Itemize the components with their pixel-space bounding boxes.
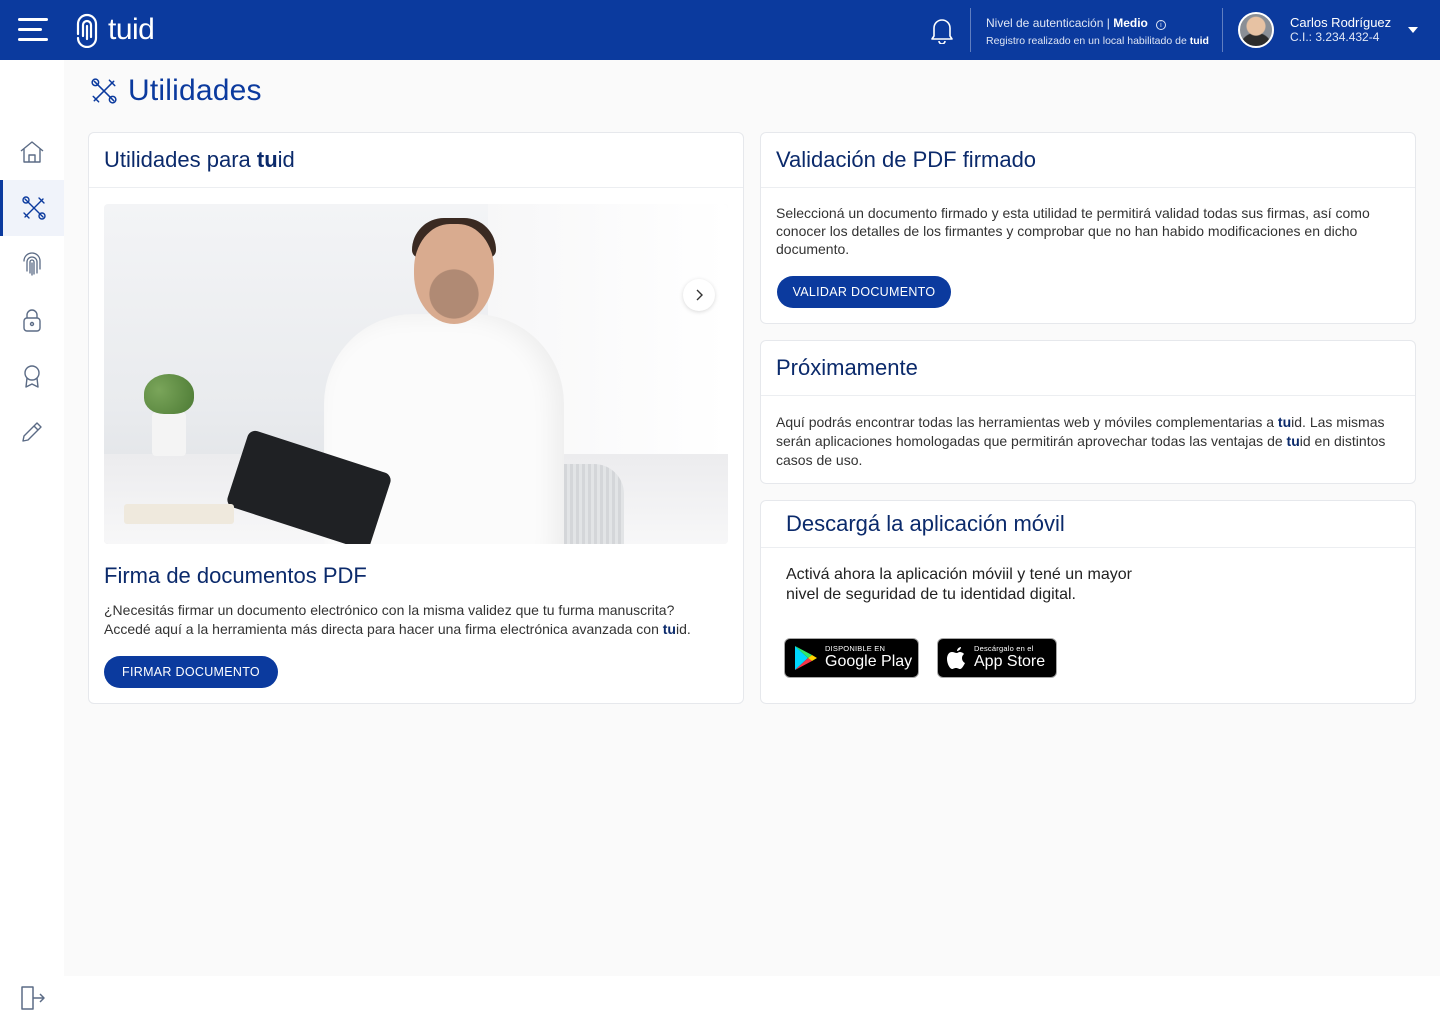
page-title-text: Utilidades <box>128 74 262 107</box>
user-avatar[interactable] <box>1238 12 1274 48</box>
sidebar-item-seguridad[interactable] <box>0 292 64 348</box>
card-title: Validación de PDF firmado <box>776 147 1037 172</box>
validar-documento-button[interactable]: VALIDAR DOCUMENTO <box>777 276 951 308</box>
card-title: Próximamente <box>776 355 918 380</box>
app-store-small-text: Descárgalo en el <box>974 644 1034 653</box>
app-description-line-2: nivel de seguridad de tu identidad digit… <box>786 586 1076 603</box>
feature-description: ¿Necesitás firmar un documento electróni… <box>104 601 724 639</box>
auth-level-value: Medio <box>1113 16 1148 30</box>
apple-icon <box>947 647 965 669</box>
sidebar-item-firma[interactable] <box>0 404 64 460</box>
hero-image <box>104 204 728 544</box>
chevron-down-icon[interactable] <box>1408 27 1418 33</box>
brand-logo[interactable]: tuid <box>74 12 155 48</box>
validacion-description: Seleccioná un documento firmado y esta u… <box>776 205 1370 257</box>
brand-rest: id <box>1291 414 1303 430</box>
text-part: Aquí podrás encontrar todas las herramie… <box>776 414 1278 430</box>
fingerprint-icon <box>23 252 41 276</box>
header-divider <box>970 8 971 52</box>
notifications-bell-icon[interactable] <box>930 16 954 44</box>
badge-icon <box>24 365 40 388</box>
header-divider <box>1222 8 1223 52</box>
feature-line-2: Accedé aquí a la herramienta más directa… <box>104 620 724 639</box>
brand-bold: tu <box>256 147 278 172</box>
sidebar-item-home[interactable] <box>0 124 64 180</box>
feature-line-2-suffix: . <box>686 621 691 637</box>
brand-bold: tu <box>1286 433 1300 449</box>
google-play-big-text: Google Play <box>825 653 913 670</box>
brand-fingerprint-icon <box>76 13 98 48</box>
home-icon <box>20 141 44 163</box>
sidebar <box>0 60 64 1024</box>
sidebar-item-utilidades[interactable] <box>0 180 64 236</box>
logout-icon[interactable] <box>18 984 46 1012</box>
auth-level-label: Nivel de autenticación | <box>986 16 1114 30</box>
app-description-line-1: Activá ahora la aplicación móviil y tené… <box>786 566 1132 583</box>
card-header: Próximamente <box>761 341 1415 396</box>
chevron-right-icon <box>696 289 703 301</box>
card-header: Utilidades para tuid <box>89 133 743 188</box>
card-header: Validación de PDF firmado <box>761 133 1415 188</box>
firmar-documento-button[interactable]: FIRMAR DOCUMENTO <box>104 656 278 688</box>
tools-icon <box>21 196 46 220</box>
google-play-icon <box>795 646 817 670</box>
proximamente-description: Aquí podrás encontrar todas las herramie… <box>776 413 1398 470</box>
card-title: Descargá la aplicación móvil <box>786 511 1065 536</box>
sidebar-item-identidad[interactable] <box>0 236 64 292</box>
app-store-big-text: App Store <box>974 653 1046 670</box>
user-ci: C.I.: 3.234.432-4 <box>1290 30 1380 44</box>
card-title-text: Utilidades para <box>104 147 257 172</box>
brand-bold: tu <box>1277 414 1292 430</box>
app-store-button[interactable]: Descárgalo en el App Store <box>937 638 1057 678</box>
lock-icon <box>23 309 41 332</box>
menu-icon[interactable] <box>18 18 50 42</box>
sidebar-item-certificados[interactable] <box>0 348 64 404</box>
card-header: Descargá la aplicación móvil <box>761 501 1415 548</box>
user-info[interactable]: Carlos Rodríguez C.I.: 3.234.432-4 <box>1290 15 1391 45</box>
card-title: Utilidades para tuid <box>104 147 295 173</box>
validacion-card: Validación de PDF firmado Seleccioná un … <box>760 132 1416 324</box>
page-title: Utilidades <box>90 74 262 108</box>
utilidades-card: Utilidades para tuid Firma de documentos… <box>88 132 744 704</box>
tools-icon <box>91 78 117 104</box>
brand-bold: tu <box>662 621 676 637</box>
feature-title: Firma de documentos PDF <box>104 563 367 588</box>
google-play-button[interactable]: DISPONIBLE EN Google Play <box>784 638 919 678</box>
top-bar: tuid Nivel de autenticación | Medio i Reg… <box>0 0 1440 60</box>
app-description: Activá ahora la aplicación móviil y tené… <box>786 565 1132 605</box>
registro-brand: tuid <box>1189 35 1209 47</box>
app-download-card: Descargá la aplicación móvil Activá ahor… <box>760 500 1416 704</box>
user-name: Carlos Rodríguez <box>1290 15 1392 30</box>
info-icon[interactable]: i <box>1155 20 1166 30</box>
brand-name: tuid <box>108 13 155 46</box>
brand-rest: id <box>277 147 295 172</box>
pen-icon <box>22 422 42 442</box>
feature-line-1: ¿Necesitás firmar un documento electróni… <box>104 602 675 618</box>
registro-text: Registro realizado en un local habilitad… <box>986 35 1190 47</box>
auth-level-info: Nivel de autenticación | Medio i Registro… <box>986 15 1209 49</box>
proximamente-card: Próximamente Aquí podrás encontrar todas… <box>760 340 1416 484</box>
google-play-small-text: DISPONIBLE EN <box>825 644 886 653</box>
footer <box>64 976 1440 1024</box>
feature-line-2-text: Accedé aquí a la herramienta más directa… <box>104 621 663 637</box>
brand-rest: id <box>1299 433 1311 449</box>
carousel-next-button[interactable] <box>683 279 715 311</box>
brand-rest: id <box>675 621 687 637</box>
